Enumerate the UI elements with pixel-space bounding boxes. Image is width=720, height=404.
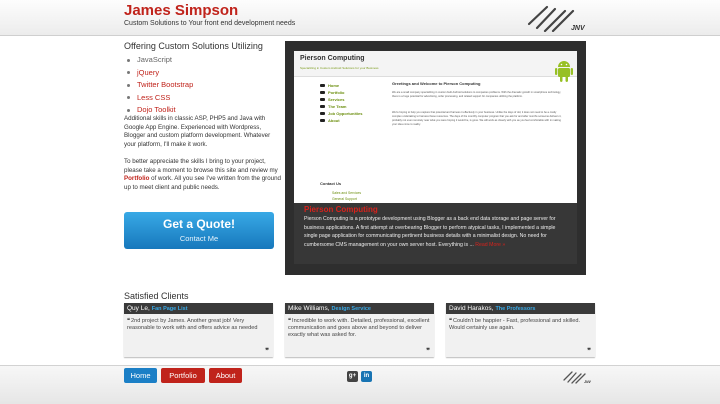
skill-item[interactable]: jQuery — [127, 67, 193, 80]
preview-nav: Home Portfolio Services The Team Job Opp… — [320, 82, 362, 124]
footer-home-button[interactable]: Home — [124, 368, 157, 383]
quote-icon: ❞ — [426, 348, 430, 355]
preview-site-title: Pierson Computing — [300, 55, 365, 62]
preview-screenshot: Pierson Computing Specializing in Custom… — [294, 51, 577, 264]
preview-contact-item: General Support — [332, 197, 357, 201]
android-icon — [555, 61, 573, 82]
caption-text: Pierson Computing is a prototype develop… — [304, 216, 556, 248]
read-more-link[interactable]: Read More » — [475, 242, 505, 248]
skill-item[interactable]: Less CSS — [127, 92, 193, 105]
footer-logo-text: JNV — [584, 380, 591, 384]
preview-paragraph: We're hoping to help you capture that po… — [392, 111, 562, 126]
preview-nav-item: Services — [320, 96, 362, 103]
testimonial-body: ❝2nd project by James. Another great job… — [127, 318, 258, 331]
preview-contact-title: Contact Us — [320, 181, 342, 186]
jnv-logo-icon[interactable]: JNV — [527, 4, 593, 32]
footer-portfolio-button[interactable]: Portfolio — [161, 368, 205, 383]
skill-item: JavaScript — [127, 54, 193, 67]
quote-icon: ❝ — [288, 318, 292, 324]
client-name: Quy Le, — [127, 305, 150, 312]
portfolio-paragraph: To better appreciate the skills I bring … — [124, 158, 281, 191]
offer-title: Offering Custom Solutions Utilizing — [124, 41, 263, 51]
testimonial-header: Mike Williams, Design Service — [285, 303, 434, 314]
jnv-logo-icon[interactable]: JNV — [563, 370, 595, 384]
logo-text: JNV — [571, 25, 586, 32]
preview-nav-item: About — [320, 117, 362, 124]
preview-paragraph: We are a small company specializing in c… — [392, 91, 562, 98]
preview-caption: Pierson Computing Pierson Computing is a… — [294, 203, 577, 264]
preview-nav-item: The Team — [320, 103, 362, 110]
client-name: Mike Williams, — [288, 305, 330, 312]
get-quote-button[interactable]: Get a Quote! Contact Me — [124, 212, 274, 249]
client-company-link[interactable]: Fan Page List — [152, 306, 188, 312]
quote-icon: ❞ — [587, 348, 591, 355]
quote-icon: ❞ — [265, 348, 269, 355]
testimonial-card: Mike Williams, Design Service ❝Incredible… — [285, 303, 434, 357]
caption-title[interactable]: Pierson Computing — [304, 205, 567, 214]
linkedin-icon[interactable]: in — [361, 371, 372, 382]
site-title[interactable]: James Simpson — [124, 2, 238, 19]
preview-header: Pierson Computing Specializing in Custom… — [294, 51, 577, 77]
preview-nav-item: Portfolio — [320, 89, 362, 96]
quote-icon: ❝ — [127, 318, 131, 324]
preview-nav-item: Home — [320, 82, 362, 89]
testimonial-card: Quy Le, Fan Page List ❝2nd project by Jam… — [124, 303, 273, 357]
skill-item[interactable]: Twitter Bootstrap — [127, 79, 193, 92]
testimonial-body: ❝Couldn't be happier - Fast, professiona… — [449, 318, 581, 331]
portfolio-preview[interactable]: Pierson Computing Specializing in Custom… — [285, 41, 586, 275]
contact-me-label: Contact Me — [179, 234, 219, 243]
testimonials-title: Satisfied Clients — [124, 291, 189, 301]
testimonial-header: David Harakos, The Professors — [446, 303, 595, 314]
client-name: David Harakos, — [449, 305, 494, 312]
about-paragraph: Additional skills in classic ASP, PHP5 a… — [124, 115, 271, 148]
client-company-link[interactable]: The Professors — [495, 306, 535, 312]
preview-site-tagline: Specializing in Custom Android Solutions… — [300, 66, 379, 70]
footer-about-button[interactable]: About — [209, 368, 242, 383]
portfolio-link[interactable]: Portfolio — [124, 175, 149, 182]
preview-welcome: Greetings and Welcome to Pierson Computi… — [392, 81, 481, 86]
client-company-link[interactable]: Design Service — [332, 306, 371, 312]
site-footer — [0, 365, 720, 404]
site-header: James Simpson Custom Solutions to Your f… — [0, 0, 720, 36]
site-tagline: Custom Solutions to Your front end devel… — [124, 20, 296, 27]
google-plus-icon[interactable]: g+ — [347, 371, 358, 382]
testimonial-body: ❝Incredible to work with. Detailed, prof… — [288, 318, 430, 338]
preview-contact-item: Sales and Services — [332, 191, 362, 195]
skills-list: JavaScript jQuery Twitter Bootstrap Less… — [127, 54, 193, 117]
testimonial-card: David Harakos, The Professors ❝Couldn't b… — [446, 303, 595, 357]
quote-icon: ❝ — [449, 318, 453, 324]
preview-nav-item: Job Opportunities — [320, 110, 362, 117]
quote-title: Get a Quote! — [162, 217, 235, 231]
testimonial-header: Quy Le, Fan Page List — [124, 303, 273, 314]
